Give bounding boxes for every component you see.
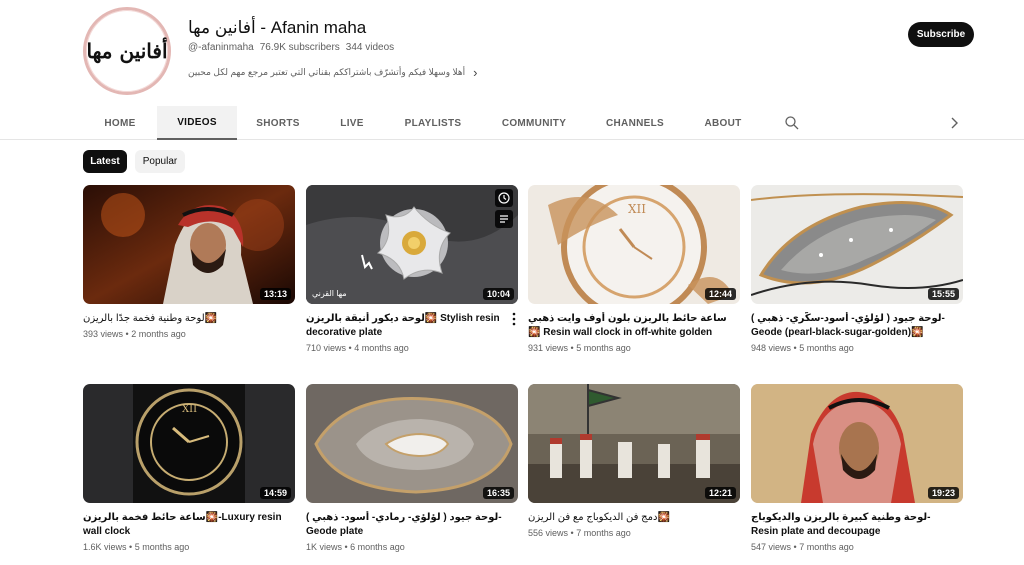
chip-popular[interactable]: Popular	[135, 150, 185, 173]
video-meta: 1.6K views • 5 months ago	[83, 542, 190, 552]
channel-avatar[interactable]: أفانين مها	[83, 7, 171, 95]
tab-about[interactable]: ABOUT	[688, 106, 758, 140]
video-age: 2 months ago	[131, 329, 186, 339]
video-views: 556 views	[528, 528, 569, 538]
video-duration: 16:35	[482, 487, 514, 499]
video-thumbnail[interactable]: XII 12:44	[528, 185, 740, 304]
video-title[interactable]: ساعة حائط فخمة بالريزن🎇-Luxury resin wal…	[83, 511, 295, 539]
hover-actions	[495, 189, 513, 228]
video-views: 393 views	[83, 329, 124, 339]
video-meta: 393 views • 2 months ago	[83, 329, 186, 339]
chip-latest[interactable]: Latest	[83, 150, 127, 173]
tab-videos[interactable]: VIDEOS	[157, 106, 237, 140]
video-duration: 14:59	[259, 487, 291, 499]
tab-playlists[interactable]: PLAYLISTS	[390, 106, 476, 140]
subscriber-count: 76.9K subscribers	[259, 42, 340, 53]
tab-live[interactable]: LIVE	[320, 106, 384, 140]
video-title[interactable]: لوحة جيود ( لؤلؤي- رمادي- أسود- ذهبي )-G…	[306, 511, 518, 539]
video-duration: 12:44	[704, 288, 736, 300]
channel-description: أهلا وسهلا فيكم وأتشرّف باشتراككم بقناتي…	[188, 67, 466, 77]
video-thumbnail[interactable]: مها القرني 10:04	[306, 185, 518, 304]
video-count: 344 videos	[345, 42, 395, 53]
thumbnail-watermark: مها القرني	[312, 289, 347, 298]
more-vert-icon[interactable]	[510, 312, 518, 326]
video-card[interactable]: XII 12:44 ساعة حائط بالريزن بلون أوف واي…	[528, 185, 740, 353]
video-title[interactable]: لوحة جيود ( لؤلؤي- أسود-سكّري- ذهبي )-Ge…	[751, 312, 963, 340]
avatar-text: أفانين مها	[86, 39, 168, 63]
video-views: 931 views	[528, 343, 569, 353]
video-duration: 19:23	[927, 487, 959, 499]
video-views: 547 views	[751, 542, 792, 552]
video-duration: 12:21	[704, 487, 736, 499]
channel-meta: @-afaninmaha 76.9K subscribers 344 video…	[188, 42, 394, 53]
video-meta: 931 views • 5 months ago	[528, 343, 631, 353]
channel-header: أفانين مها أفانين مها - Afanin maha @-af…	[0, 0, 1024, 106]
video-thumbnail[interactable]: XII 14:59	[83, 384, 295, 503]
channel-tabs: HOME VIDEOS SHORTS LIVE PLAYLISTS COMMUN…	[0, 106, 1024, 140]
video-age: 5 months ago	[799, 343, 854, 353]
video-views: 710 views	[306, 343, 347, 353]
tab-channels[interactable]: CHANNELS	[592, 106, 678, 140]
channel-handle: @-afaninmaha	[188, 42, 254, 53]
video-views: 948 views	[751, 343, 792, 353]
video-card[interactable]: 12:21 دمج فن الديكوباج مع فن الريزن🎇 556…	[528, 384, 740, 538]
video-card[interactable]: 16:35 لوحة جيود ( لؤلؤي- رمادي- أسود- ذه…	[306, 384, 518, 552]
video-age: 7 months ago	[799, 542, 854, 552]
video-meta: 710 views • 4 months ago	[306, 343, 409, 353]
add-to-queue-icon[interactable]	[495, 210, 513, 228]
tab-community[interactable]: COMMUNITY	[486, 106, 582, 140]
video-card[interactable]: 13:13 لوحة وطنية فخمة جدًا بالريزن🎇 393 …	[83, 185, 295, 339]
video-title[interactable]: لوحة وطنية كبيرة بالريزن والديكوباج-Resi…	[751, 511, 963, 539]
video-thumbnail[interactable]: 13:13	[83, 185, 295, 304]
video-card[interactable]: XII 14:59 ساعة حائط فخمة بالريزن🎇-Luxury…	[83, 384, 295, 552]
video-meta: 1K views • 6 months ago	[306, 542, 405, 552]
video-views: 1K views	[306, 542, 343, 552]
video-thumbnail[interactable]: 16:35	[306, 384, 518, 503]
subscribe-button[interactable]: Subscribe	[908, 22, 974, 47]
video-card[interactable]: 15:55 لوحة جيود ( لؤلؤي- أسود-سكّري- ذهب…	[751, 185, 963, 353]
video-age: 6 months ago	[350, 542, 405, 552]
video-title[interactable]: ساعة حائط بالريزن بلون أوف وايت ذهبي🎇 Re…	[528, 312, 740, 340]
video-thumbnail[interactable]: 19:23	[751, 384, 963, 503]
video-thumbnail[interactable]: 15:55	[751, 185, 963, 304]
tab-home[interactable]: HOME	[83, 106, 157, 140]
video-title[interactable]: لوحة ديكور أنيقة بالريزن🎇 Stylish resin …	[306, 312, 518, 340]
video-duration: 15:55	[927, 288, 959, 300]
channel-description-link[interactable]: أهلا وسهلا فيكم وأتشرّف باشتراككم بقناتي…	[188, 65, 478, 80]
video-meta: 547 views • 7 months ago	[751, 542, 854, 552]
svg-text:XII: XII	[628, 202, 646, 216]
chevron-right-icon[interactable]	[946, 115, 962, 131]
svg-text:XII: XII	[182, 404, 197, 415]
video-duration: 10:04	[482, 288, 514, 300]
chevron-right-icon: ›	[473, 65, 478, 80]
video-title[interactable]: لوحة وطنية فخمة جدًا بالريزن🎇	[83, 312, 295, 326]
video-thumbnail[interactable]: 12:21	[528, 384, 740, 503]
video-card[interactable]: مها القرني 10:04 لوحة ديكور أنيقة بالريز…	[306, 185, 518, 353]
video-duration: 13:13	[259, 288, 291, 300]
tab-shorts[interactable]: SHORTS	[242, 106, 314, 140]
video-age: 7 months ago	[576, 528, 631, 538]
video-card[interactable]: 19:23 لوحة وطنية كبيرة بالريزن والديكوبا…	[751, 384, 963, 552]
video-age: 4 months ago	[354, 343, 409, 353]
video-age: 5 months ago	[134, 542, 190, 552]
video-views: 1.6K views	[83, 542, 127, 552]
video-age: 5 months ago	[576, 343, 631, 353]
video-meta: 556 views • 7 months ago	[528, 528, 631, 538]
watch-later-icon[interactable]	[495, 189, 513, 207]
search-icon[interactable]	[784, 115, 800, 131]
video-meta: 948 views • 5 months ago	[751, 343, 854, 353]
video-title[interactable]: دمج فن الديكوباج مع فن الريزن🎇	[528, 511, 740, 525]
channel-title: أفانين مها - Afanin maha	[188, 18, 367, 37]
